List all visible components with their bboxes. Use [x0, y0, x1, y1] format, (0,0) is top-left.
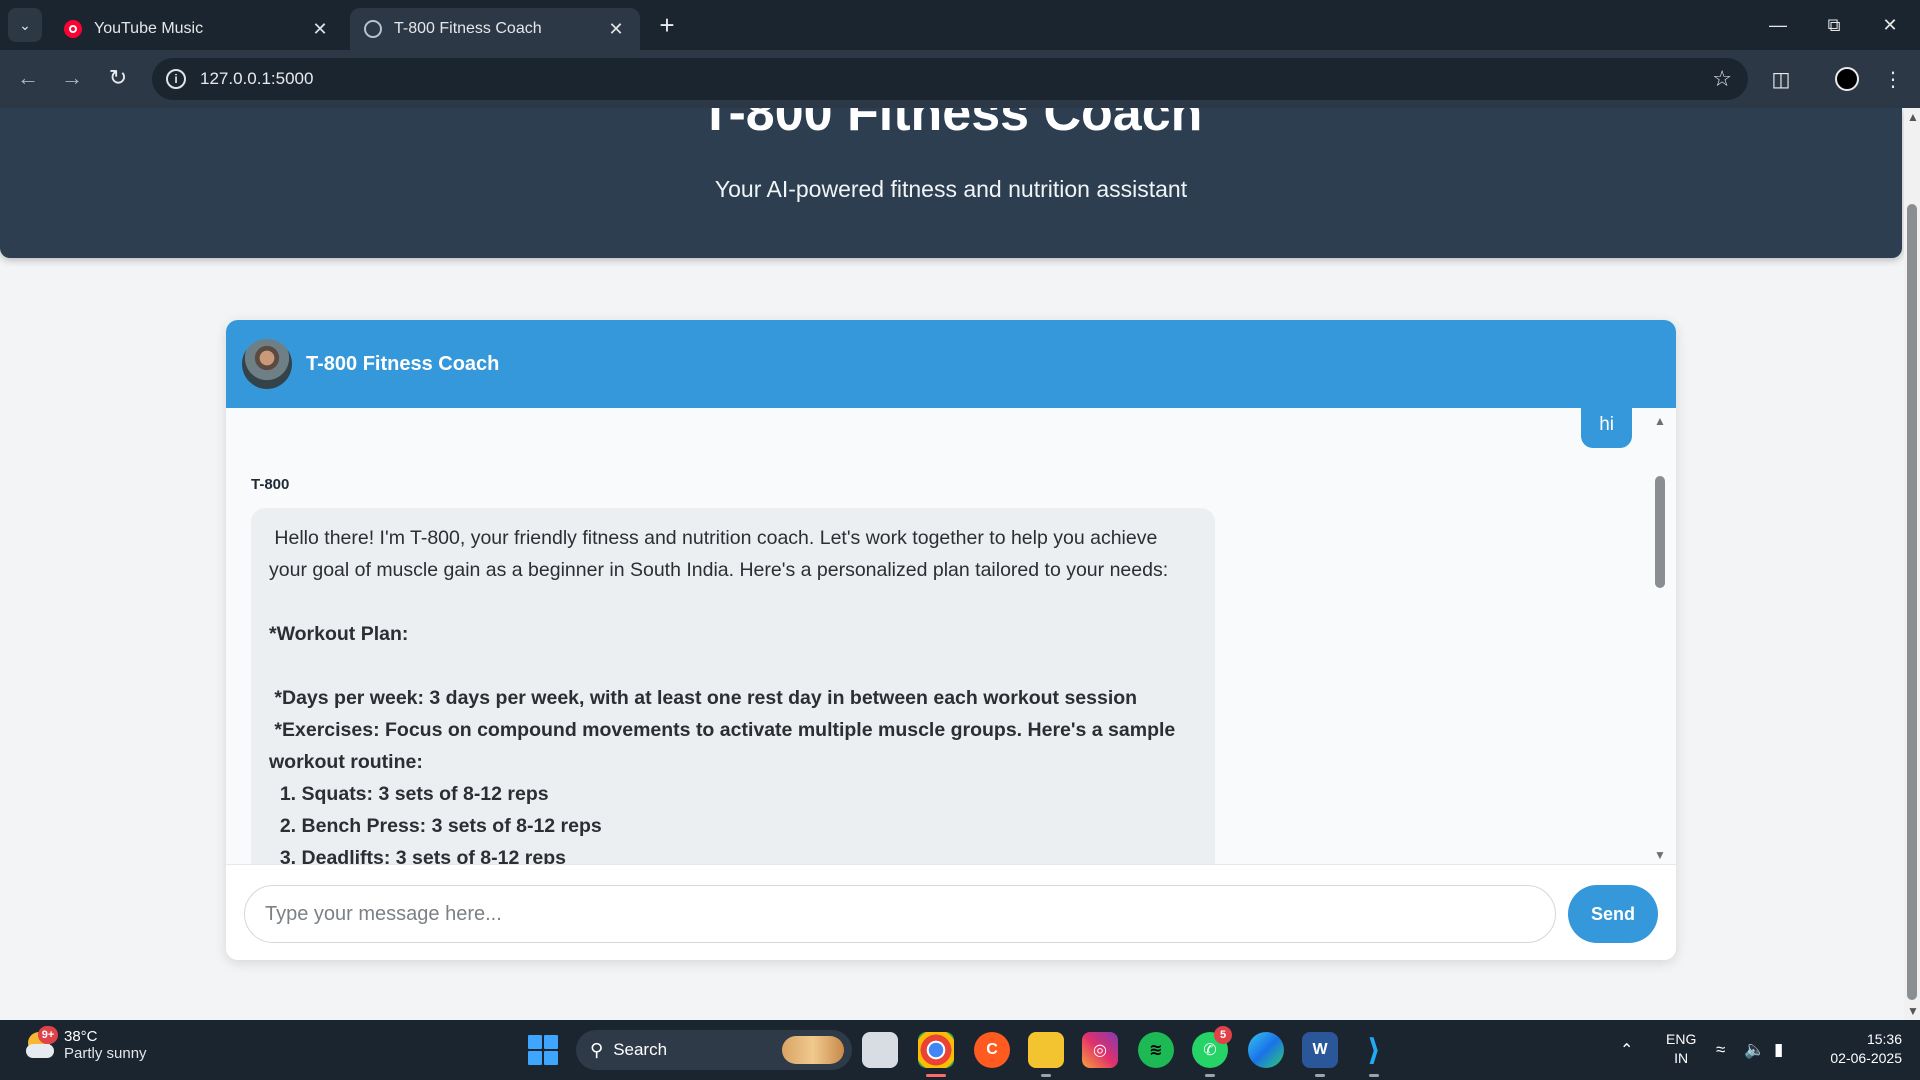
- bot-message-line: 3. Deadlifts: 3 sets of 8-12 reps: [269, 847, 566, 864]
- page-scrollbar[interactable]: ▲ ▼: [1904, 108, 1920, 1020]
- message-scrollbar[interactable]: ▲ ▼: [1652, 408, 1668, 864]
- page-subtitle: Your AI-powered fitness and nutrition as…: [714, 176, 1188, 202]
- profile-avatar[interactable]: [1832, 64, 1862, 94]
- search-highlight-image: [782, 1036, 844, 1064]
- tab-search-button[interactable]: ⌄: [8, 8, 42, 42]
- chat-window: T-800 Fitness Coach hi T-800 Hello there…: [226, 320, 1676, 960]
- language-region: IN: [1674, 1050, 1689, 1066]
- back-arrow-icon[interactable]: ←: [12, 62, 44, 94]
- battery-icon[interactable]: ▮: [1774, 1020, 1783, 1080]
- search-icon: ⚲: [590, 1039, 604, 1060]
- page-viewport: T-800 Fitness Coach Your AI-powered fitn…: [0, 108, 1904, 1020]
- close-window-button[interactable]: ✕: [1862, 0, 1918, 50]
- new-tab-button[interactable]: +: [652, 10, 682, 40]
- minimize-button[interactable]: —: [1750, 0, 1806, 50]
- language-indicator[interactable]: ENG IN: [1666, 1030, 1696, 1068]
- wifi-icon[interactable]: ≈: [1716, 1020, 1725, 1080]
- bot-sender-label: T-800: [251, 476, 290, 493]
- message-input[interactable]: [244, 885, 1556, 943]
- message-list[interactable]: hi T-800 Hello there! I'm T-800, your fr…: [226, 408, 1676, 864]
- bot-message-line: your goal of muscle gain as a beginner i…: [269, 559, 1169, 581]
- whatsapp-badge: 5: [1214, 1026, 1232, 1044]
- weather-desc: Partly sunny: [64, 1045, 147, 1062]
- youtube-music-icon: [64, 20, 82, 38]
- weather-widget[interactable]: 9+ 38°C Partly sunny: [24, 1026, 147, 1062]
- chrome-icon[interactable]: [918, 1032, 954, 1077]
- tab-title: YouTube Music: [94, 20, 204, 37]
- instagram-icon[interactable]: ◎: [1082, 1032, 1118, 1068]
- clock-time: 15:36: [1866, 1031, 1902, 1047]
- crunchyroll-icon[interactable]: C: [974, 1032, 1010, 1068]
- bot-message-line: workout routine:: [269, 751, 423, 773]
- page-title: T-800 Fitness Coach: [699, 108, 1203, 142]
- file-explorer-icon[interactable]: [1028, 1032, 1064, 1077]
- bot-message: Hello there! I'm T-800, your friendly fi…: [251, 508, 1215, 864]
- bot-message-line: Hello there! I'm T-800, your friendly fi…: [269, 527, 1158, 549]
- tab-youtube-music[interactable]: YouTube Music ✕: [50, 8, 344, 50]
- tab-title: T-800 Fitness Coach: [394, 20, 542, 37]
- word-icon[interactable]: W: [1302, 1032, 1338, 1077]
- close-icon[interactable]: ✕: [606, 19, 626, 40]
- partly-sunny-icon: 9+: [24, 1026, 58, 1062]
- scrollbar-thumb[interactable]: [1655, 476, 1665, 588]
- edge-icon[interactable]: [1248, 1032, 1284, 1068]
- scroll-down-arrow-icon[interactable]: ▼: [1654, 848, 1666, 862]
- taskbar: 9+ 38°C Partly sunny ⚲ Search C ◎ ≋ ✆ 5 W…: [0, 1020, 1920, 1080]
- scroll-down-arrow-icon[interactable]: ▼: [1907, 1004, 1919, 1018]
- browser-tab-bar: ⌄ YouTube Music ✕ T-800 Fitness Coach ✕ …: [0, 0, 1920, 50]
- reload-icon[interactable]: ↻: [102, 62, 134, 94]
- task-view-icon[interactable]: [862, 1032, 898, 1068]
- taskbar-search[interactable]: ⚲ Search: [576, 1030, 852, 1070]
- show-hidden-icons-chevron-icon[interactable]: ⌃: [1620, 1020, 1633, 1080]
- bot-message-line: *Workout Plan:: [269, 623, 409, 645]
- windows-start-icon[interactable]: [528, 1035, 558, 1065]
- coach-avatar: [242, 339, 292, 389]
- bot-message-line: *Exercises: Focus on compound movements …: [269, 719, 1176, 741]
- search-label: Search: [613, 1040, 668, 1059]
- hero-banner: T-800 Fitness Coach Your AI-powered fitn…: [0, 108, 1902, 258]
- bot-message-line: 2. Bench Press: 3 sets of 8-12 reps: [269, 815, 602, 837]
- language-code: ENG: [1666, 1031, 1697, 1047]
- browser-menu-icon[interactable]: ⋮: [1878, 64, 1908, 94]
- send-button[interactable]: Send: [1568, 885, 1658, 943]
- restore-button[interactable]: ⧉: [1806, 0, 1862, 50]
- clock[interactable]: 15:36 02-06-2025: [1818, 1030, 1902, 1068]
- scrollbar-thumb[interactable]: [1907, 204, 1917, 1000]
- weather-temp: 38°C: [64, 1028, 98, 1045]
- bookmark-star-icon[interactable]: ☆: [1712, 66, 1732, 92]
- forward-arrow-icon[interactable]: →: [56, 62, 88, 94]
- clock-date: 02-06-2025: [1830, 1050, 1902, 1066]
- chat-input-area: Send: [226, 864, 1676, 960]
- chat-header: T-800 Fitness Coach: [226, 320, 1676, 408]
- scroll-up-arrow-icon[interactable]: ▲: [1907, 110, 1919, 124]
- volume-icon[interactable]: 🔈: [1744, 1020, 1765, 1080]
- site-info-icon[interactable]: i: [166, 69, 186, 89]
- bot-message-line: *Days per week: 3 days per week, with at…: [269, 687, 1138, 709]
- extensions-icon[interactable]: ◫: [1766, 64, 1796, 94]
- chat-header-name: T-800 Fitness Coach: [306, 352, 500, 375]
- vscode-icon[interactable]: ⟩: [1356, 1032, 1392, 1077]
- whatsapp-icon[interactable]: ✆ 5: [1192, 1026, 1232, 1077]
- scroll-up-arrow-icon[interactable]: ▲: [1654, 414, 1666, 428]
- close-icon[interactable]: ✕: [310, 19, 330, 40]
- bot-message-line: 1. Squats: 3 sets of 8-12 reps: [269, 783, 549, 805]
- browser-toolbar: ← → ↻ i 127.0.0.1:5000 ☆ ◫ ⋮: [0, 50, 1920, 108]
- weather-badge: 9+: [38, 1026, 58, 1044]
- user-message: hi: [1581, 408, 1632, 448]
- address-bar[interactable]: i 127.0.0.1:5000 ☆: [152, 58, 1748, 100]
- spotify-icon[interactable]: ≋: [1138, 1032, 1174, 1068]
- url-text: 127.0.0.1:5000: [200, 69, 314, 88]
- globe-icon: [364, 20, 382, 38]
- tab-t800-fitness-coach[interactable]: T-800 Fitness Coach ✕: [350, 8, 640, 50]
